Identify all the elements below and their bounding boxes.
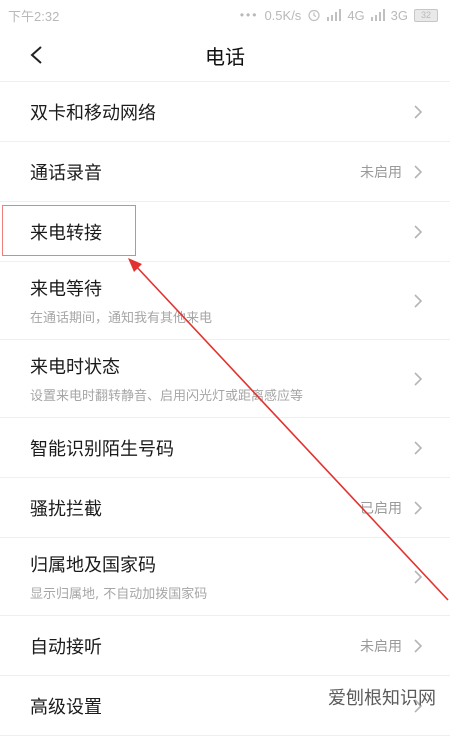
list-item-location-country-code[interactable]: 归属地及国家码 显示归属地, 不自动加拨国家码 bbox=[0, 538, 450, 616]
list-item-call-waiting[interactable]: 来电等待 在通话期间，通知我有其他来电 bbox=[0, 262, 450, 340]
list-item-call-forwarding[interactable]: 来电转接 bbox=[0, 202, 450, 262]
list-item-call-recording[interactable]: 通话录音 未启用 bbox=[0, 142, 450, 202]
chevron-right-icon bbox=[414, 104, 423, 119]
battery-level: 32 bbox=[420, 10, 431, 20]
list-item-incoming-call-state[interactable]: 来电时状态 设置来电时翻转静音、启用闪光灯或距离感应等 bbox=[0, 340, 450, 418]
list-item-auto-answer[interactable]: 自动接听 未启用 bbox=[0, 616, 450, 676]
status-text: 未启用 bbox=[360, 164, 402, 181]
chevron-right-icon bbox=[414, 164, 423, 179]
chevron-right-icon bbox=[414, 440, 423, 455]
battery-icon: 32 bbox=[414, 8, 438, 22]
alarm-icon bbox=[308, 9, 320, 22]
chevron-right-icon bbox=[414, 569, 423, 584]
status-icons: ••• 0.5K/s 4G 3G 32 bbox=[240, 8, 438, 23]
list-item-label: 自动接听 bbox=[30, 636, 102, 658]
list-item-dual-sim[interactable]: 双卡和移动网络 bbox=[0, 82, 450, 142]
notification-dots: ••• bbox=[239, 8, 259, 22]
chevron-right-icon bbox=[414, 500, 423, 515]
list-item-description: 在通话期间，通知我有其他来电 bbox=[30, 311, 213, 326]
status-time: 下午2:32 bbox=[8, 8, 60, 24]
status-text: 已启用 bbox=[360, 500, 402, 517]
status-bar: 下午2:32 ••• 0.5K/s 4G 3G 32 bbox=[0, 0, 450, 30]
list-item-label: 通话录音 bbox=[30, 162, 102, 184]
chevron-right-icon bbox=[414, 638, 423, 653]
signal-type-1: 4G bbox=[347, 7, 365, 23]
list-item-description: 显示归属地, 不自动加拨国家码 bbox=[30, 587, 208, 602]
chevron-right-icon bbox=[414, 224, 423, 239]
settings-list: 双卡和移动网络 通话录音 未启用 来电转接 来电等待 在通话期间，通知我有其他来… bbox=[0, 82, 450, 736]
back-chevron-icon[interactable] bbox=[26, 44, 48, 66]
list-item-label: 来电时状态 bbox=[30, 357, 120, 378]
list-item-description: 设置来电时翻转静音、启用闪光灯或距离感应等 bbox=[30, 389, 304, 404]
list-item-label: 归属地及国家码 bbox=[30, 555, 156, 576]
watermark: 爱刨根知识网 bbox=[328, 688, 436, 708]
signal-icon-2 bbox=[370, 9, 385, 21]
chevron-right-icon bbox=[414, 293, 423, 308]
app-header: 电话 bbox=[0, 30, 450, 82]
list-item-label: 骚扰拦截 bbox=[30, 498, 102, 520]
signal-type-2: 3G bbox=[390, 7, 408, 23]
list-item-label: 高级设置 bbox=[30, 696, 102, 718]
signal-icon bbox=[327, 9, 342, 21]
page-title: 电话 bbox=[205, 45, 245, 69]
list-item-label: 来电转接 bbox=[30, 222, 102, 244]
list-item-identify-unknown[interactable]: 智能识别陌生号码 bbox=[0, 418, 450, 478]
network-speed: 0.5K/s bbox=[264, 7, 302, 23]
chevron-right-icon bbox=[414, 371, 423, 386]
status-text: 未启用 bbox=[360, 638, 402, 655]
list-item-label: 来电等待 bbox=[30, 279, 102, 300]
list-item-spam-blocking[interactable]: 骚扰拦截 已启用 bbox=[0, 478, 450, 538]
list-item-label: 双卡和移动网络 bbox=[30, 102, 156, 124]
list-item-label: 智能识别陌生号码 bbox=[30, 438, 174, 460]
